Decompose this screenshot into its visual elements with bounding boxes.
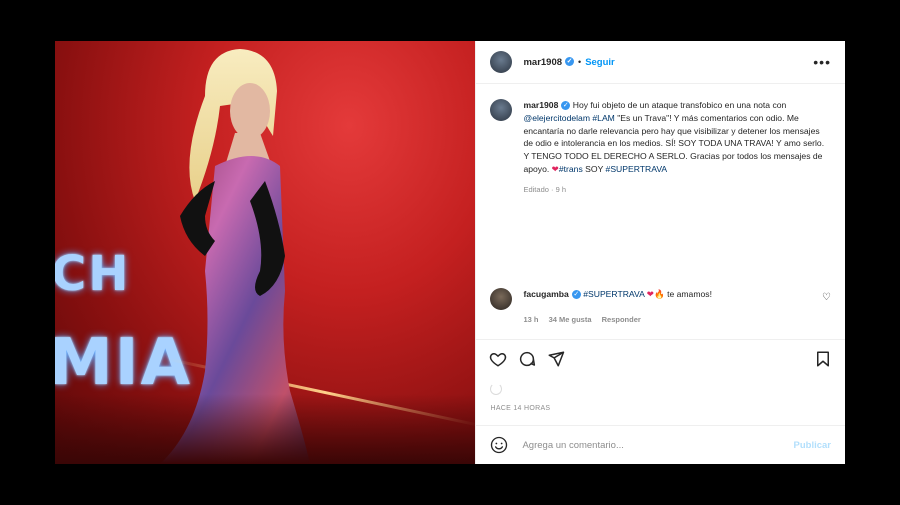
caption-text: Hoy fui objeto de un ataque transfobico …: [572, 100, 787, 110]
share-send-icon[interactable]: [546, 349, 566, 369]
avatar[interactable]: [490, 51, 513, 73]
edited-timestamp: Editado · 9 h: [523, 184, 566, 194]
loading-spinner-icon: [490, 383, 503, 395]
post-sidebar: mar1908 ✓ • Seguir ••• mar1908 ✓ Hoy fui o…: [475, 41, 845, 464]
follow-button[interactable]: Seguir: [585, 57, 615, 68]
post-actions: [488, 349, 833, 369]
reply-button[interactable]: Responder: [602, 315, 641, 324]
post-photo[interactable]: CH MIA: [55, 41, 476, 464]
comment-age[interactable]: 13 h: [523, 315, 538, 324]
comment-body: facugamba ✓ #SUPERTRAVA ❤🔥 te amamos! 13 …: [523, 288, 822, 326]
hashtag-link[interactable]: #SUPERTRAVA: [583, 289, 644, 299]
hashtag-link[interactable]: #SUPERTRAVA: [606, 164, 668, 174]
comment-likes[interactable]: 34 Me gusta: [549, 315, 592, 324]
heart-emoji-icon: ❤: [551, 163, 559, 174]
emoji-picker-icon[interactable]: [490, 436, 508, 454]
caption-body: mar1908 ✓ Hoy fui objeto de un ataque tra…: [523, 99, 831, 197]
caption-text: SOY: [585, 163, 604, 174]
heart-emoji-icon: ❤: [646, 289, 654, 299]
verified-badge-icon: ✓: [565, 57, 575, 67]
caption-username[interactable]: mar1908: [523, 100, 558, 110]
post-time[interactable]: HACE 14 HORAS: [490, 405, 550, 412]
comment-meta: 13 h 34 Me gusta Responder: [523, 314, 822, 326]
verified-badge-icon: ✓: [561, 101, 571, 111]
fire-emoji-icon: 🔥: [653, 289, 665, 299]
caption: mar1908 ✓ Hoy fui objeto de un ataque tra…: [490, 99, 831, 197]
comment-bubble-icon[interactable]: [517, 349, 537, 369]
hashtag-link[interactable]: #LAM: [592, 113, 614, 123]
comment-input[interactable]: Agrega un comentario...: [522, 440, 793, 451]
comment-text: te amamos!: [667, 289, 712, 299]
save-bookmark-icon[interactable]: [813, 349, 833, 369]
username-text[interactable]: mar1908: [523, 57, 562, 68]
mention-link[interactable]: @elejercitodelam: [523, 113, 590, 123]
divider: [476, 339, 845, 340]
like-heart-icon[interactable]: [488, 349, 508, 369]
username-link[interactable]: mar1908 ✓: [523, 57, 575, 68]
publish-button[interactable]: Publicar: [794, 440, 832, 451]
separator-dot: •: [578, 57, 582, 67]
comment-item: facugamba ✓ #SUPERTRAVA ❤🔥 te amamos! 13 …: [490, 288, 831, 326]
avatar[interactable]: [490, 99, 513, 121]
hashtag-link[interactable]: #trans: [559, 164, 583, 174]
more-options-icon[interactable]: •••: [813, 54, 831, 70]
verified-badge-icon: ✓: [571, 290, 581, 300]
post-header: mar1908 ✓ • Seguir •••: [476, 41, 845, 84]
stage-floor: [55, 394, 476, 464]
avatar[interactable]: [490, 288, 513, 310]
post-modal: CH MIA mar1908 ✓ • Seguir ••• mar1908 ✓ …: [55, 41, 845, 464]
comment-like-heart-icon[interactable]: ♡: [822, 292, 831, 326]
add-comment-bar: Agrega un comentario... Publicar: [476, 425, 845, 464]
comment-username[interactable]: facugamba: [523, 289, 568, 299]
